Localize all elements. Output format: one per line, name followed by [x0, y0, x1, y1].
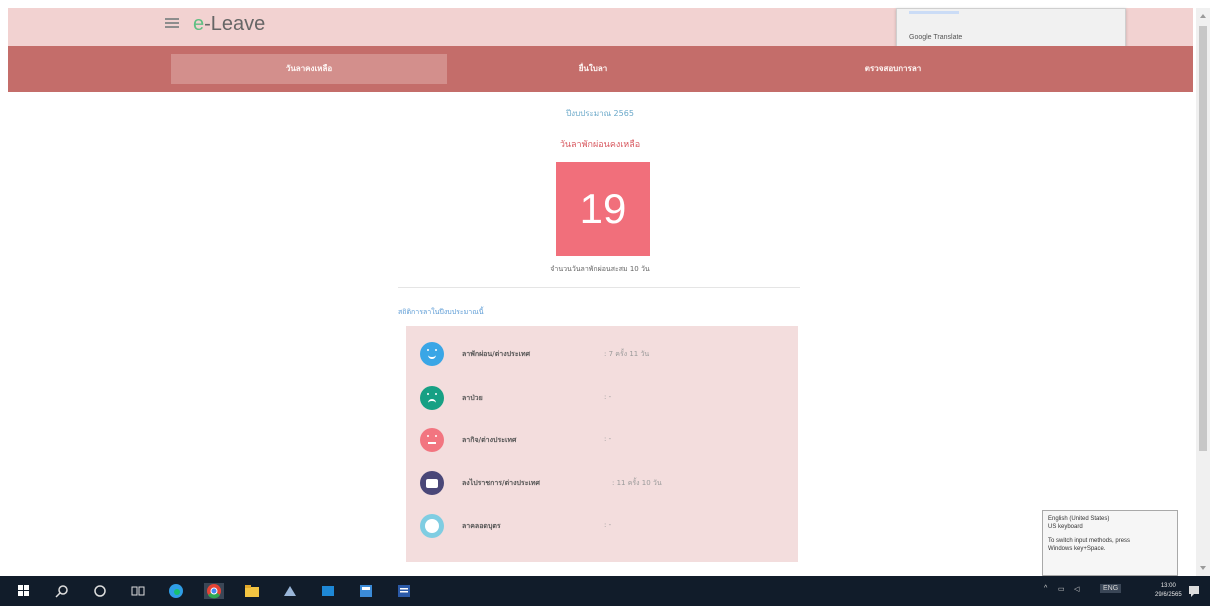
leave-type-name: ลงไปราชการ/ต่างประเทศ	[462, 479, 540, 487]
leave-type-name: ลาป่วย	[462, 394, 483, 402]
page-scrollbar[interactable]	[1196, 8, 1210, 576]
leave-stat-row: ลากิจ/ต่างประเทศ : -	[420, 428, 790, 452]
cortana-icon[interactable]	[92, 583, 108, 599]
word-icon[interactable]	[396, 583, 412, 599]
main-nav: วันลาคงเหลือ ยื่นใบลา ตรวจสอบการลา	[8, 46, 1193, 92]
leave-type-value: : 7 ครั้ง 11 วัน	[604, 350, 650, 358]
language-indicator[interactable]: ENG	[1100, 584, 1122, 593]
speaker-icon[interactable]: ◁	[1074, 585, 1079, 593]
leave-type-value: : -	[604, 521, 612, 529]
sad-face-icon	[420, 386, 444, 410]
popup-selected-indicator	[909, 11, 959, 14]
leave-stat-row: ลาพักผ่อน/ต่างประเทศ : 7 ครั้ง 11 วัน	[420, 342, 790, 366]
smile-face-icon	[420, 342, 444, 366]
edge-browser-icon[interactable]	[168, 583, 184, 599]
ime-hint-key: Windows key+Space.	[1048, 546, 1106, 552]
leave-stats-panel: ลาพักผ่อน/ต่างประเทศ : 7 ครั้ง 11 วัน ลา…	[406, 326, 798, 562]
windows-taskbar: ^ ▭ ◁ ENG 13:00 29/6/2565	[0, 576, 1210, 606]
tab-check-leave[interactable]: ตรวจสอบการลา	[758, 54, 1028, 84]
neutral-face-icon	[420, 428, 444, 452]
leave-stat-row: ลาคลอดบุตร : -	[420, 514, 790, 538]
tab-remaining-leave[interactable]: วันลาคงเหลือ	[171, 54, 447, 84]
logo-suffix: -Leave	[204, 13, 266, 35]
clock-time: 13:00	[1160, 583, 1176, 589]
ime-language: English (United States)	[1048, 516, 1110, 522]
remaining-leave-title: วันลาพักผ่อนคงเหลือ	[559, 140, 641, 150]
google-translate-label[interactable]: Google Translate	[909, 34, 962, 41]
scroll-down-icon[interactable]	[1200, 566, 1206, 570]
file-explorer-icon[interactable]	[244, 583, 260, 599]
ime-keyboard: US keyboard	[1048, 524, 1083, 530]
windows-start-icon[interactable]	[16, 583, 32, 599]
tray-chevron-icon[interactable]: ^	[1044, 585, 1047, 592]
accumulated-leave-text: จำนวนวันลาพักผ่อนสะสม 10 วัน	[550, 265, 650, 273]
fiscal-year-label: ปีงบประมาณ 2565	[566, 109, 634, 118]
tab-submit-leave[interactable]: ยื่นใบลา	[458, 54, 728, 84]
search-icon[interactable]	[54, 583, 70, 599]
clock-date: 29/6/2565	[1155, 592, 1182, 598]
leave-stat-row: ลงไปราชการ/ต่างประเทศ : 11 ครั้ง 10 วัน	[420, 471, 790, 495]
network-icon[interactable]: ▭	[1058, 585, 1065, 593]
taskbar-clock[interactable]: 13:00 29/6/2565	[1155, 582, 1182, 600]
leave-type-name: ลาคลอดบุตร	[462, 522, 501, 530]
task-view-icon[interactable]	[130, 583, 146, 599]
calculator-icon[interactable]	[358, 583, 374, 599]
leave-stat-row: ลาป่วย : -	[420, 386, 790, 410]
vscode-icon[interactable]	[320, 583, 336, 599]
input-method-tooltip: English (United States) US keyboard To s…	[1042, 510, 1178, 576]
notification-center-icon[interactable]	[1186, 583, 1202, 599]
leave-type-name: ลาพักผ่อน/ต่างประเทศ	[462, 350, 531, 358]
hamburger-menu-icon[interactable]	[165, 18, 179, 28]
ime-hint: To switch input methods, press	[1048, 538, 1131, 544]
chrome-browser-icon[interactable]	[204, 583, 224, 599]
scroll-up-icon[interactable]	[1200, 14, 1206, 18]
scrollbar-thumb[interactable]	[1199, 26, 1207, 451]
logo-prefix: e	[193, 13, 205, 35]
remaining-days-count: 19	[556, 162, 650, 256]
leave-type-name: ลากิจ/ต่างประเทศ	[462, 436, 517, 444]
leave-stats-title: สถิติการลาในปีงบประมาณนี้	[398, 308, 484, 316]
section-divider	[398, 287, 800, 288]
app-logo[interactable]: e-Leave	[193, 13, 265, 36]
leave-type-value: : 11 ครั้ง 10 วัน	[612, 479, 662, 487]
leave-type-value: : -	[604, 393, 612, 401]
leave-type-value: : -	[604, 435, 612, 443]
app-icon[interactable]	[282, 583, 298, 599]
baby-icon	[420, 514, 444, 538]
briefcase-icon	[420, 471, 444, 495]
